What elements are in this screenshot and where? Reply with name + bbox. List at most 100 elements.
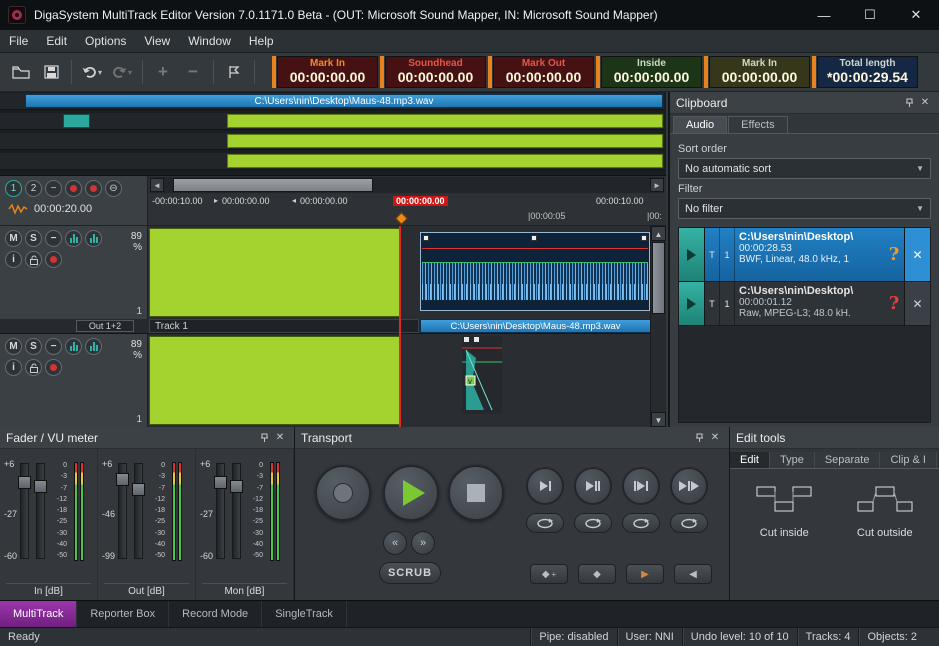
track1-minimize-button[interactable]: − — [45, 230, 62, 247]
tab-audio[interactable]: Audio — [673, 116, 727, 133]
transport-close-icon[interactable]: ✕ — [707, 430, 723, 446]
nudge-forward-button[interactable]: » — [411, 531, 435, 555]
resize-grip[interactable] — [925, 628, 939, 646]
menu-view[interactable]: View — [135, 30, 179, 52]
goto-marker-button[interactable]: ◆ — [578, 564, 616, 584]
pin-icon[interactable] — [256, 430, 272, 446]
minimize-button[interactable]: — — [801, 0, 847, 30]
overview-track-bar[interactable] — [227, 114, 663, 128]
cut-outside-button[interactable]: Cut outside — [837, 485, 934, 539]
hscroll-thumb[interactable] — [173, 178, 373, 192]
record-marker-button[interactable] — [65, 180, 82, 197]
menu-help[interactable]: Help — [240, 30, 283, 52]
add-button[interactable]: + — [150, 59, 176, 85]
track2-clip-object[interactable]: v — [462, 336, 502, 414]
splitter-handle[interactable] — [488, 56, 492, 88]
timeline-ruler[interactable]: -00:00:10.00 ▸ 00:00:00.00 ◂ 00:00:00.00… — [148, 194, 666, 225]
add-marker-button[interactable]: ◆+ — [530, 564, 568, 584]
stop-button[interactable] — [448, 465, 504, 521]
collapse-button[interactable]: − — [45, 180, 62, 197]
track1-output-button[interactable]: Out 1+2 — [76, 320, 134, 332]
playhead[interactable] — [399, 226, 401, 427]
menu-window[interactable]: Window — [179, 30, 240, 52]
fader-slider[interactable] — [20, 463, 29, 559]
loop-button-2[interactable] — [574, 513, 612, 533]
sort-order-select[interactable]: No automatic sort ▼ — [678, 158, 931, 179]
track1-mute-button[interactable]: M — [5, 230, 22, 247]
splitter-handle[interactable] — [380, 56, 384, 88]
overview-clip-block[interactable] — [63, 114, 90, 128]
volume-line[interactable] — [422, 262, 648, 263]
scroll-down-button[interactable]: ▼ — [651, 412, 666, 427]
play-over-mark-button[interactable] — [574, 467, 612, 505]
fader-slider[interactable] — [118, 463, 127, 559]
fader-handle[interactable] — [132, 483, 145, 496]
soundhead-marker[interactable] — [395, 212, 408, 225]
tab-reporter-box[interactable]: Reporter Box — [77, 601, 169, 627]
remove-marker-button[interactable]: ⊖ — [105, 180, 122, 197]
redo-button[interactable]: ▾ — [109, 59, 135, 85]
remove-clip-button[interactable]: ✕ — [904, 282, 930, 325]
track2-minimize-button[interactable]: − — [45, 338, 62, 355]
filter-select[interactable]: No filter ▼ — [678, 198, 931, 219]
overview-object-bar[interactable]: C:\Users\nin\Desktop\Maus-48.mp3.wav — [25, 94, 663, 108]
fader-slider[interactable] — [36, 463, 45, 559]
fader-handle[interactable] — [18, 476, 31, 489]
mark-in-flag-icon[interactable]: ▸ — [214, 196, 218, 205]
track-view-1-button[interactable]: 1 — [5, 180, 22, 197]
track1-object-filename[interactable]: C:\Users\nin\Desktop\Maus-48.mp3.wav — [420, 319, 651, 333]
object-handle[interactable] — [641, 235, 647, 241]
menu-options[interactable]: Options — [76, 30, 135, 52]
play-clip-button[interactable] — [679, 228, 705, 281]
tab-type[interactable]: Type — [770, 452, 815, 468]
open-button[interactable] — [8, 59, 34, 85]
menu-file[interactable]: File — [0, 30, 37, 52]
undo-button[interactable]: ▾ — [79, 59, 105, 85]
loop-button-1[interactable] — [526, 513, 564, 533]
remove-button[interactable]: − — [180, 59, 206, 85]
track-view-2-button[interactable]: 2 — [25, 180, 42, 197]
marker-button[interactable] — [221, 59, 247, 85]
track2-record-button[interactable] — [45, 359, 62, 376]
fader-slider[interactable] — [216, 463, 225, 559]
track2-mute-button[interactable]: M — [5, 338, 22, 355]
object-handle[interactable] — [531, 235, 537, 241]
track2-info-button[interactable]: i — [5, 359, 22, 376]
splitter-handle[interactable] — [812, 56, 816, 88]
step-forward-button[interactable]: ▶ — [626, 564, 664, 584]
fader-close-icon[interactable]: ✕ — [272, 430, 288, 446]
splitter-handle[interactable] — [596, 56, 600, 88]
maximize-button[interactable]: ☐ — [847, 0, 893, 30]
remove-clip-button[interactable]: ✕ — [904, 228, 930, 281]
hscroll-track[interactable] — [165, 178, 649, 192]
scroll-up-button[interactable]: ▲ — [651, 226, 666, 241]
track1-meter-button[interactable] — [65, 230, 82, 247]
save-button[interactable] — [38, 59, 64, 85]
menu-edit[interactable]: Edit — [37, 30, 76, 52]
pin-icon[interactable] — [691, 430, 707, 446]
object-handle[interactable] — [423, 235, 429, 241]
play-clip-button[interactable] — [679, 282, 705, 325]
overview-track-bar[interactable] — [227, 154, 663, 168]
splitter-handle[interactable] — [272, 56, 276, 88]
tab-clip[interactable]: Clip & I — [880, 452, 936, 468]
scrub-button[interactable]: SCRUB — [379, 562, 441, 584]
track2-solo-button[interactable]: S — [25, 338, 42, 355]
fader-handle[interactable] — [230, 480, 243, 493]
play-button[interactable] — [383, 465, 439, 521]
loop-button-4[interactable] — [670, 513, 708, 533]
track1-solo-button[interactable]: S — [25, 230, 42, 247]
step-back-button[interactable]: ◀ — [674, 564, 712, 584]
play-from-mark-button[interactable] — [622, 467, 660, 505]
cut-inside-button[interactable]: Cut inside — [736, 485, 833, 539]
scroll-left-button[interactable]: ◄ — [150, 178, 164, 192]
tab-separate[interactable]: Separate — [815, 452, 881, 468]
play-selection-button[interactable] — [670, 467, 708, 505]
track1-info-button[interactable]: i — [5, 251, 22, 268]
fader-handle[interactable] — [34, 480, 47, 493]
record-marker2-button[interactable] — [85, 180, 102, 197]
track1-pan-button[interactable] — [85, 230, 102, 247]
track1-lock-button[interactable] — [25, 251, 42, 268]
mark-out-flag-icon[interactable]: ◂ — [292, 196, 296, 205]
fader-slider[interactable] — [134, 463, 143, 559]
